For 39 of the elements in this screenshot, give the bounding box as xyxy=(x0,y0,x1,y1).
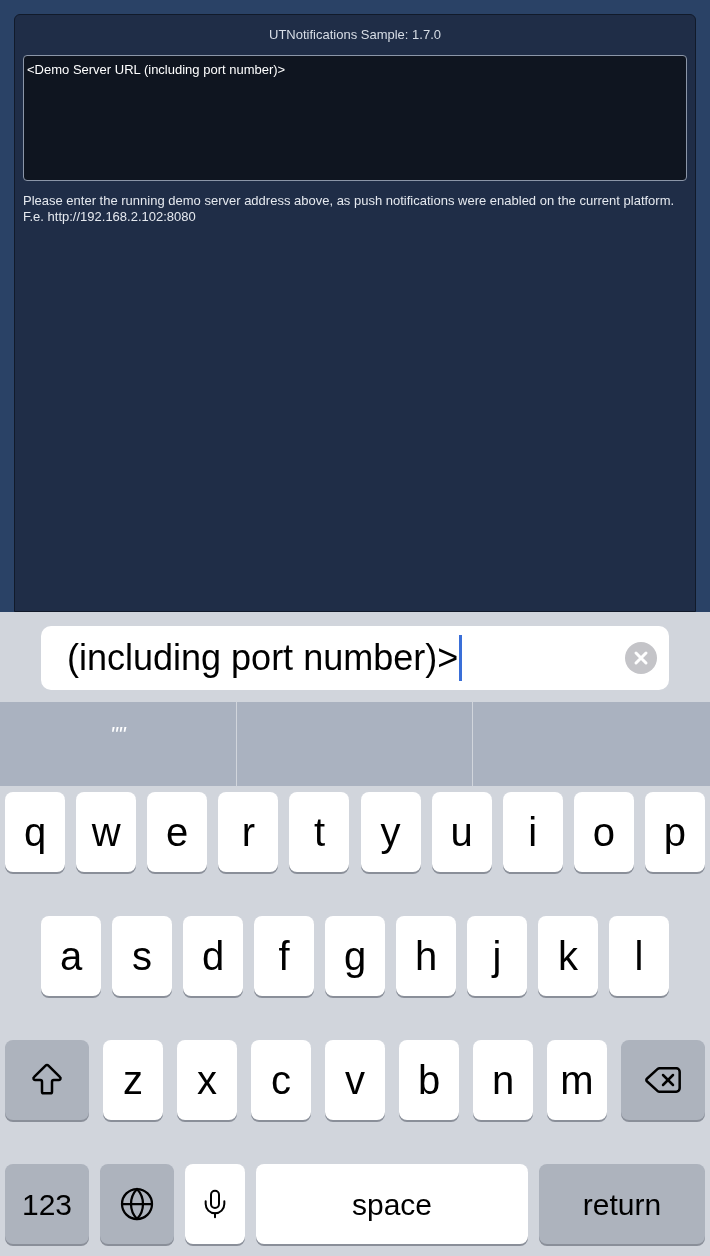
letter-key[interactable]: n xyxy=(473,1040,533,1120)
letter-key[interactable]: x xyxy=(177,1040,237,1120)
letter-key[interactable]: a xyxy=(41,916,101,996)
letter-key[interactable]: d xyxy=(183,916,243,996)
return-key[interactable]: return xyxy=(539,1164,705,1244)
input-text: (including port number)> xyxy=(67,636,459,680)
letter-key[interactable]: m xyxy=(547,1040,607,1120)
letter-key[interactable]: y xyxy=(360,792,421,872)
window-title: UTNotifications Sample: 1.7.0 xyxy=(268,26,442,44)
globe-icon xyxy=(119,1186,155,1222)
letter-key[interactable]: h xyxy=(396,916,456,996)
dictation-key[interactable] xyxy=(185,1164,245,1244)
letter-key[interactable]: p xyxy=(645,792,705,872)
letter-key[interactable]: c xyxy=(251,1040,311,1120)
letter-key[interactable]: q xyxy=(5,792,65,872)
letter-key[interactable]: j xyxy=(467,916,527,996)
letter-key[interactable]: e xyxy=(147,792,208,872)
letter-key[interactable]: i xyxy=(502,792,563,872)
letter-key[interactable]: w xyxy=(76,792,137,872)
letter-key[interactable]: r xyxy=(218,792,279,872)
text-input[interactable]: (including port number)> xyxy=(41,626,669,690)
hint-text: Please enter the running demo server address above, as push notifications were enabled on the current platform. F.e. http://192.168.2.102:8080 xyxy=(23,192,676,225)
letter-key[interactable]: t xyxy=(289,792,350,872)
server-url-field[interactable]: <Demo Server URL (including port number)> xyxy=(23,54,687,181)
letter-key[interactable]: g xyxy=(325,916,385,996)
letter-key[interactable]: k xyxy=(538,916,598,996)
space-key[interactable]: space xyxy=(256,1164,528,1244)
globe-key[interactable] xyxy=(100,1164,174,1244)
shift-key[interactable] xyxy=(5,1040,89,1120)
letter-key[interactable]: o xyxy=(573,792,634,872)
numbers-key[interactable]: 123 xyxy=(5,1164,89,1244)
letter-key[interactable]: b xyxy=(399,1040,459,1120)
letter-key[interactable]: f xyxy=(254,916,314,996)
delete-key[interactable] xyxy=(621,1040,705,1120)
letter-key[interactable]: s xyxy=(112,916,172,996)
letter-key[interactable]: l xyxy=(609,916,669,996)
letter-key[interactable]: z xyxy=(103,1040,163,1120)
letter-key[interactable]: u xyxy=(431,792,492,872)
letter-key[interactable]: v xyxy=(325,1040,385,1120)
